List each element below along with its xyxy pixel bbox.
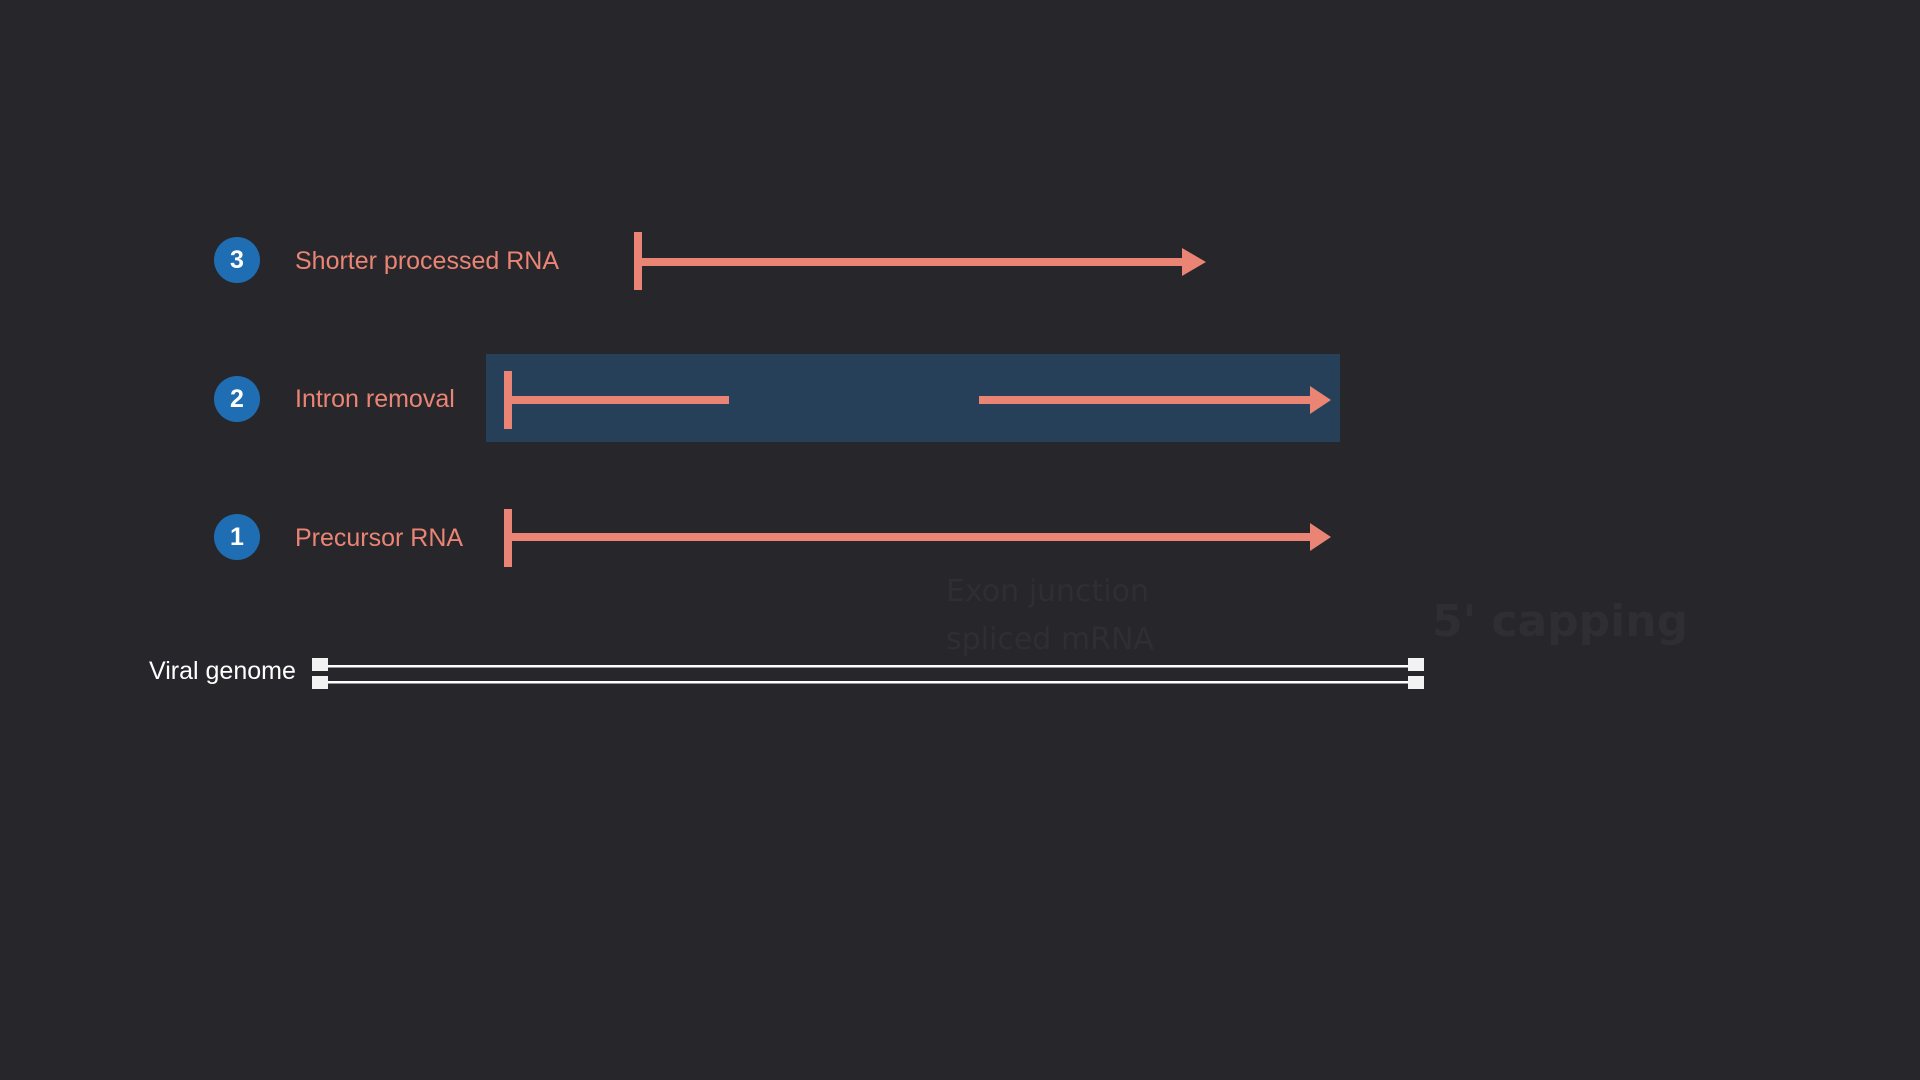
genome-end-cap [312, 658, 328, 671]
genome-end-cap [1408, 658, 1424, 671]
genome-strand-top [318, 665, 1418, 668]
shorter-rna-arrow [634, 232, 1206, 290]
exon-1-segment [504, 371, 729, 429]
precursor-rna-arrow [504, 509, 1331, 567]
genome-end-cap [312, 676, 328, 689]
genome-end-cap [1408, 676, 1424, 689]
rna-diagram [312, 232, 1424, 689]
viral-genome-strands [312, 658, 1424, 689]
exon-2-arrow [979, 386, 1331, 414]
genome-strand-bottom [318, 681, 1418, 684]
